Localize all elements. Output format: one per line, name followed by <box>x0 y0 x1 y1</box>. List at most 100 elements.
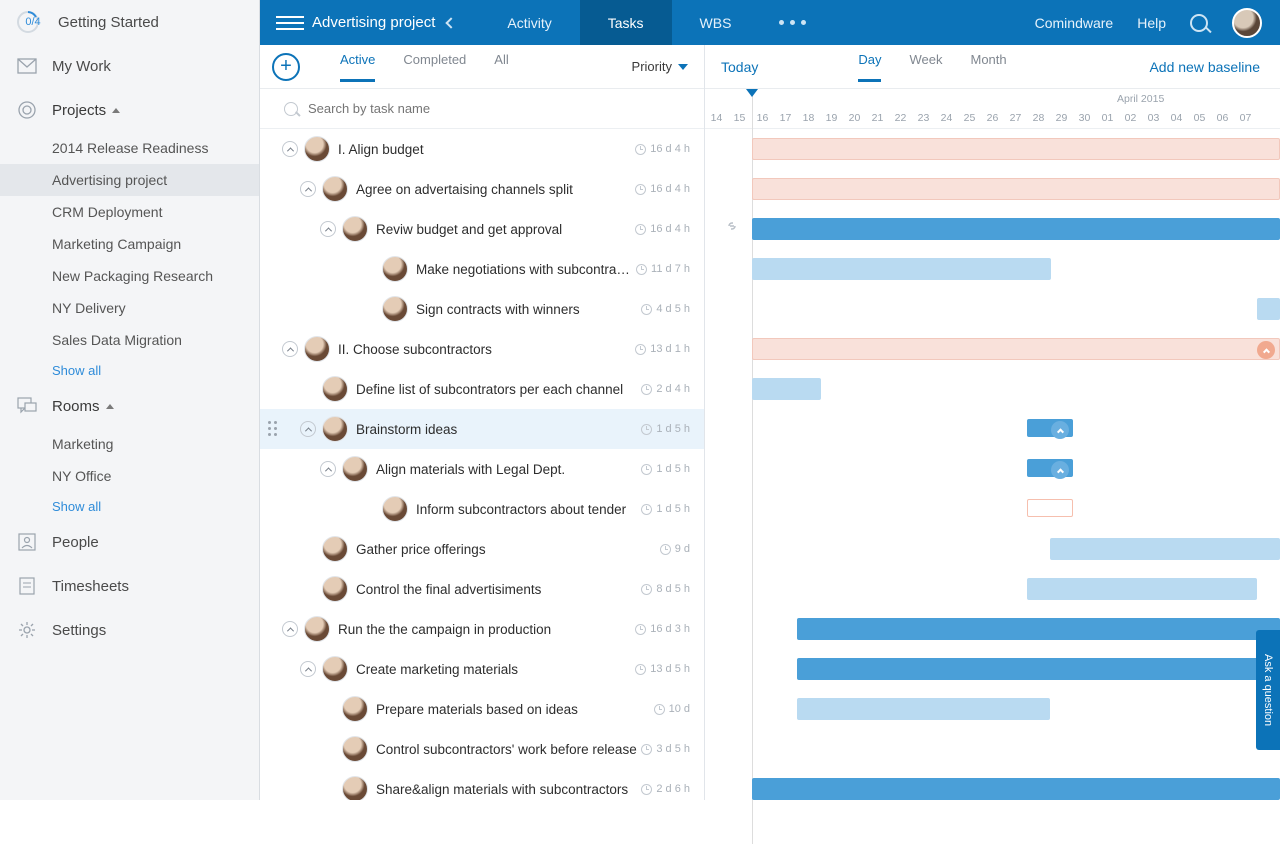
assignee-avatar[interactable] <box>382 296 408 322</box>
menu-icon[interactable] <box>276 16 304 30</box>
task-search-input[interactable] <box>308 101 680 116</box>
task-row[interactable]: Gather price offerings9 d <box>260 529 704 569</box>
sidebar-project-item[interactable]: Advertising project <box>0 164 259 196</box>
sidebar-project-item[interactable]: New Packaging Research <box>0 260 259 292</box>
task-row[interactable]: Create marketing materials13 d 5 h <box>260 649 704 689</box>
nav-settings[interactable]: Settings <box>0 608 259 652</box>
collapse-toggle[interactable] <box>282 141 298 157</box>
gantt-bar[interactable] <box>752 258 1051 280</box>
help-link[interactable]: Help <box>1137 15 1166 31</box>
gantt-bar[interactable] <box>1027 419 1073 437</box>
filter-active[interactable]: Active <box>340 52 375 82</box>
assignee-avatar[interactable] <box>304 616 330 642</box>
assignee-avatar[interactable] <box>304 136 330 162</box>
project-title[interactable]: Advertising project <box>312 14 435 31</box>
brand-link[interactable]: Comindware <box>1035 15 1114 31</box>
tab-activity[interactable]: Activity <box>479 0 579 45</box>
task-row[interactable]: Make negotiations with subcontractors11 … <box>260 249 704 289</box>
assignee-avatar[interactable] <box>304 336 330 362</box>
filter-all[interactable]: All <box>494 52 508 82</box>
show-all-rooms-link[interactable]: Show all <box>0 492 259 520</box>
gantt-bar[interactable] <box>1027 499 1073 517</box>
gantt-bar[interactable] <box>1027 459 1073 477</box>
task-row[interactable]: Agree on advertaising channels split16 d… <box>260 169 704 209</box>
task-row[interactable]: Control subcontractors' work before rele… <box>260 729 704 769</box>
task-row[interactable]: Prepare materials based on ideas10 d <box>260 689 704 729</box>
ask-question-tab[interactable]: Ask a question <box>1256 630 1280 750</box>
task-row[interactable]: Reviw budget and get approval16 d 4 h <box>260 209 704 249</box>
assignee-avatar[interactable] <box>342 776 368 800</box>
show-all-projects-link[interactable]: Show all <box>0 356 259 384</box>
gantt-bar[interactable] <box>752 778 1280 800</box>
collapse-toggle[interactable] <box>300 421 316 437</box>
task-row[interactable]: Brainstorm ideas1 d 5 h <box>260 409 704 449</box>
task-row[interactable]: Share&align materials with subcontractor… <box>260 769 704 800</box>
assignee-avatar[interactable] <box>322 376 348 402</box>
task-row[interactable]: Run the the campaign in production16 d 3… <box>260 609 704 649</box>
assignee-avatar[interactable] <box>342 216 368 242</box>
assignee-avatar[interactable] <box>322 576 348 602</box>
today-button[interactable]: Today <box>721 59 758 75</box>
sidebar-project-item[interactable]: Sales Data Migration <box>0 324 259 356</box>
gantt-bar[interactable] <box>797 698 1050 720</box>
nav-people[interactable]: People <box>0 520 259 564</box>
scale-week[interactable]: Week <box>909 52 942 82</box>
gantt-bar[interactable] <box>752 338 1280 360</box>
gantt-bar[interactable] <box>1027 578 1257 600</box>
scale-month[interactable]: Month <box>970 52 1006 82</box>
assignee-avatar[interactable] <box>382 256 408 282</box>
user-avatar[interactable] <box>1232 8 1262 38</box>
sidebar-project-item[interactable]: 2014 Release Readiness <box>0 132 259 164</box>
collapse-toggle[interactable] <box>282 621 298 637</box>
collapse-toggle[interactable] <box>300 181 316 197</box>
more-icon[interactable] <box>779 20 806 25</box>
gantt-bar[interactable] <box>752 378 821 400</box>
task-row[interactable]: Align materials with Legal Dept.1 d 5 h <box>260 449 704 489</box>
assignee-avatar[interactable] <box>322 656 348 682</box>
task-row[interactable]: Control the final advertisiments8 d 5 h <box>260 569 704 609</box>
nav-projects[interactable]: Projects <box>0 88 259 132</box>
tab-wbs[interactable]: WBS <box>672 0 760 45</box>
sort-priority-dropdown[interactable]: Priority <box>632 59 688 74</box>
gantt-bar[interactable] <box>797 618 1280 640</box>
gantt-bar[interactable] <box>752 138 1280 160</box>
sidebar-project-item[interactable]: CRM Deployment <box>0 196 259 228</box>
tab-tasks[interactable]: Tasks <box>580 0 672 45</box>
add-baseline-link[interactable]: Add new baseline <box>1149 59 1260 75</box>
task-row[interactable]: I. Align budget16 d 4 h <box>260 129 704 169</box>
drag-handle-icon[interactable] <box>268 421 278 437</box>
nav-timesheets[interactable]: Timesheets <box>0 564 259 608</box>
nav-rooms[interactable]: Rooms <box>0 384 259 428</box>
task-row[interactable]: II. Choose subcontractors13 d 1 h <box>260 329 704 369</box>
search-icon[interactable] <box>1190 14 1208 32</box>
assignee-avatar[interactable] <box>342 696 368 722</box>
gantt-bar[interactable] <box>1257 298 1280 320</box>
sidebar-project-item[interactable]: Marketing Campaign <box>0 228 259 260</box>
task-row[interactable]: Sign contracts with winners4 d 5 h <box>260 289 704 329</box>
filter-completed[interactable]: Completed <box>403 52 466 82</box>
assignee-avatar[interactable] <box>322 416 348 442</box>
gantt-bar[interactable] <box>752 178 1280 200</box>
assignee-avatar[interactable] <box>322 536 348 562</box>
assignee-avatar[interactable] <box>382 496 408 522</box>
collapse-toggle[interactable] <box>320 221 336 237</box>
sidebar-project-item[interactable]: NY Delivery <box>0 292 259 324</box>
collapse-toggle[interactable] <box>300 661 316 677</box>
gantt-bar[interactable] <box>752 218 1280 240</box>
task-search[interactable] <box>260 89 704 129</box>
add-task-button[interactable]: + <box>272 53 300 81</box>
sidebar-room-item[interactable]: Marketing <box>0 428 259 460</box>
gantt-bar[interactable] <box>1050 538 1280 560</box>
nav-getting-started[interactable]: 0/4 Getting Started <box>0 0 259 44</box>
scale-day[interactable]: Day <box>858 52 881 82</box>
gantt-bar[interactable] <box>797 658 1280 680</box>
collapse-toggle[interactable] <box>320 461 336 477</box>
task-row[interactable]: Inform subcontractors about tender1 d 5 … <box>260 489 704 529</box>
sidebar-room-item[interactable]: NY Office <box>0 460 259 492</box>
nav-my-work[interactable]: My Work <box>0 44 259 88</box>
assignee-avatar[interactable] <box>342 736 368 762</box>
task-row[interactable]: Define list of subcontrators per each ch… <box>260 369 704 409</box>
chevron-left-icon[interactable] <box>446 17 457 28</box>
gantt-body[interactable] <box>705 129 1280 800</box>
assignee-avatar[interactable] <box>342 456 368 482</box>
